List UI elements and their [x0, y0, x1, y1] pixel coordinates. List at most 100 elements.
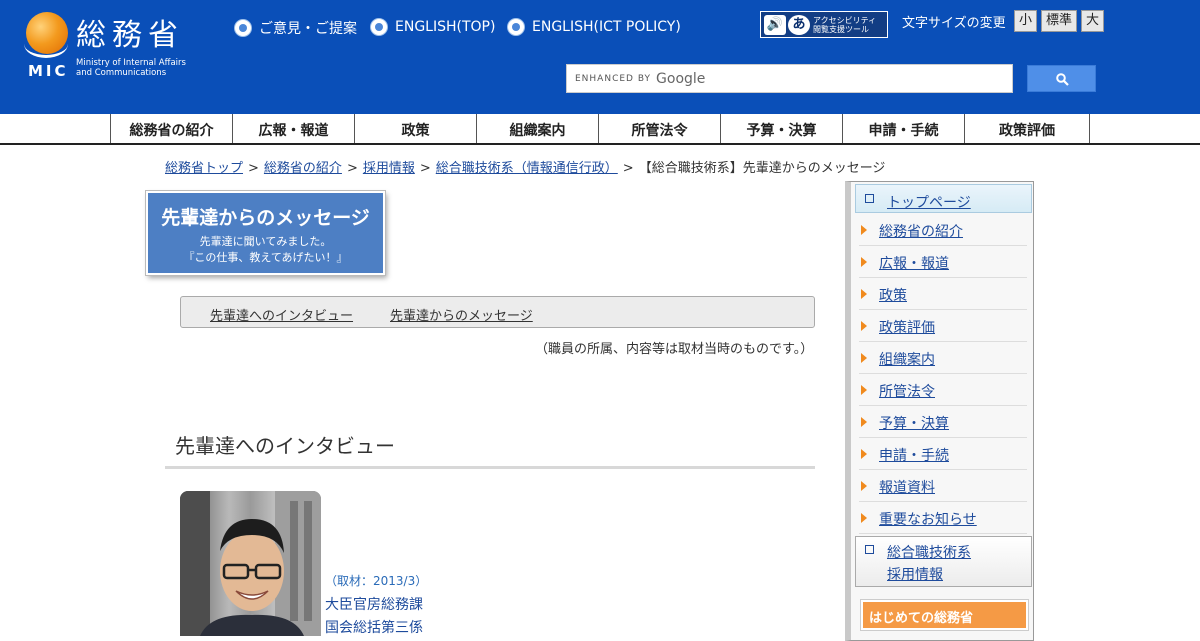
- opinion-link[interactable]: ご意見・ご提案: [234, 18, 357, 38]
- sidebar-item-budget[interactable]: 予算・決算: [879, 413, 949, 433]
- sidebar-item-procedures[interactable]: 申請・手続: [879, 445, 949, 465]
- nav-item-budget[interactable]: 予算・決算: [721, 114, 843, 143]
- sidebar-item-pr[interactable]: 広報・報道: [879, 253, 949, 273]
- accessibility-tool-button[interactable]: 🔊 あ アクセシビリティ 閲覧支援ツール: [760, 11, 888, 38]
- sidebar-item-press[interactable]: 報道資料: [879, 477, 935, 497]
- interview-date: （取材：2013/3）: [325, 574, 428, 588]
- speaker-icon: 🔊: [764, 14, 786, 35]
- opinion-link-label: ご意見・ご提案: [259, 21, 357, 37]
- breadcrumb-link-recruit[interactable]: 採用情報: [363, 161, 415, 176]
- first-time-banner[interactable]: はじめての総務省: [861, 600, 1028, 630]
- page-title-box: 先輩達からのメッセージ 先輩達に聞いてみました。 『この仕事、教えてあげたい！』: [146, 191, 385, 275]
- arrow-right-icon: [861, 257, 867, 267]
- sidebar-item-laws[interactable]: 所管法令: [879, 381, 935, 401]
- arrow-right-icon: [861, 289, 867, 299]
- sidebar-top-link-box: トップページ: [855, 184, 1032, 213]
- arrow-right-icon: [861, 321, 867, 331]
- sidebar: トップページ 総務省の紹介 広報・報道 政策 政策評価 組織案内 所管法令 予算…: [845, 181, 1034, 641]
- nav-item-evaluation[interactable]: 政策評価: [965, 114, 1090, 143]
- page-subtitle: 先輩達に聞いてみました。 『この仕事、教えてあげたい！』: [148, 234, 383, 266]
- radio-bullet-icon: [234, 19, 252, 37]
- logo-ring: [24, 30, 68, 58]
- arrow-right-icon: [861, 513, 867, 523]
- interview-department: 大臣官房総務課: [325, 597, 423, 613]
- sidebar-item-technical[interactable]: 総合職技術系: [887, 542, 971, 562]
- sidebar-item-organization[interactable]: 組織案内: [879, 349, 935, 369]
- sidebar-item-evaluation[interactable]: 政策評価: [879, 317, 935, 337]
- sidebar-item: 予算・決算: [859, 406, 1027, 438]
- sidebar-item: 組織案内: [859, 342, 1027, 374]
- logo-english: Ministry of Internal Affairs and Communi…: [76, 58, 186, 78]
- logo-kanji: 総務省: [76, 18, 184, 53]
- arrow-right-icon: [861, 481, 867, 491]
- staff-photo: [180, 491, 321, 636]
- staff-portrait-image: [180, 491, 321, 636]
- section-heading: 先輩達へのインタビュー: [175, 434, 395, 458]
- site-header: 総務省 MIC Ministry of Internal Affairs and…: [0, 0, 1200, 114]
- sidebar-item-toppage[interactable]: トップページ: [887, 192, 971, 212]
- font-size-small-button[interactable]: 小: [1014, 10, 1037, 32]
- accessibility-tool-line2: 閲覧支援ツール: [813, 24, 869, 34]
- search-button[interactable]: [1027, 65, 1096, 92]
- page-subtitle-line1: 先輩達に聞いてみました。: [199, 235, 332, 248]
- sidebar-item-policy[interactable]: 政策: [879, 285, 907, 305]
- arrow-right-icon: [861, 225, 867, 235]
- mic-logo[interactable]: 総務省 MIC Ministry of Internal Affairs and…: [24, 12, 216, 82]
- logo-english-line2: and Communications: [76, 68, 167, 78]
- sidebar-item: 報道資料: [859, 470, 1027, 502]
- arrow-right-icon: [861, 385, 867, 395]
- arrow-right-icon: [861, 353, 867, 363]
- hiragana-a-icon: あ: [788, 14, 810, 35]
- enhanced-by-label: ENHANCED BY: [575, 73, 652, 84]
- tab-messages[interactable]: 先輩達からのメッセージ: [390, 305, 533, 324]
- font-size-standard-button[interactable]: 標準: [1041, 10, 1077, 32]
- sidebar-item: 政策: [859, 278, 1027, 310]
- tab-interviews[interactable]: 先輩達へのインタビュー: [210, 305, 353, 324]
- breadcrumb-link-about[interactable]: 総務省の紹介: [264, 161, 342, 176]
- breadcrumb-separator: >: [419, 161, 431, 176]
- disclaimer-note: （職員の所属、内容等は取材当時のものです。）: [535, 342, 814, 357]
- font-size-large-button[interactable]: 大: [1081, 10, 1104, 32]
- logo-abbr: MIC: [28, 62, 69, 80]
- arrow-right-icon: [861, 417, 867, 427]
- sidebar-item-about[interactable]: 総務省の紹介: [879, 221, 963, 241]
- radio-bullet-icon: [507, 18, 525, 36]
- nav-item-about[interactable]: 総務省の紹介: [111, 114, 233, 143]
- sidebar-item: 所管法令: [859, 374, 1027, 406]
- arrow-right-icon: [861, 449, 867, 459]
- breadcrumb-link-technical[interactable]: 総合職技術系（情報通信行政）: [436, 161, 618, 176]
- google-brand: Google: [656, 70, 706, 87]
- square-bullet-icon: [865, 545, 874, 554]
- interview-section: 国会総括第三係: [325, 620, 423, 636]
- english-ict-link[interactable]: ENGLISH(ICT POLICY): [507, 18, 681, 36]
- english-top-link-label: ENGLISH(TOP): [395, 19, 496, 35]
- sidebar-item: 総務省の紹介: [859, 214, 1027, 246]
- breadcrumb-link-top[interactable]: 総務省トップ: [165, 161, 243, 176]
- page-subtitle-line2: 『この仕事、教えてあげたい！』: [183, 251, 348, 264]
- section-divider: [165, 466, 815, 469]
- page-title: 先輩達からのメッセージ: [161, 207, 370, 229]
- nav-item-laws[interactable]: 所管法令: [599, 114, 721, 143]
- sidebar-item-notices[interactable]: 重要なお知らせ: [879, 509, 977, 529]
- logo-english-line1: Ministry of Internal Affairs: [76, 58, 186, 68]
- nav-item-procedures[interactable]: 申請・手続: [843, 114, 965, 143]
- search-icon: [1056, 73, 1069, 86]
- breadcrumb-separator: >: [248, 161, 259, 176]
- anchor-tab-bar: 先輩達へのインタビュー 先輩達からのメッセージ: [180, 296, 815, 328]
- sidebar-sub-link-box: 総合職技術系 採用情報: [855, 536, 1032, 587]
- accessibility-tool-label: アクセシビリティ 閲覧支援ツール: [813, 16, 876, 34]
- english-top-link[interactable]: ENGLISH(TOP): [370, 18, 495, 36]
- sidebar-item: 広報・報道: [859, 246, 1027, 278]
- nav-item-policy[interactable]: 政策: [355, 114, 477, 143]
- square-bullet-icon: [865, 194, 874, 203]
- sidebar-item: 申請・手続: [859, 438, 1027, 470]
- english-ict-link-label: ENGLISH(ICT POLICY): [532, 19, 681, 35]
- breadcrumb-separator: >: [346, 161, 358, 176]
- sidebar-item-recruit[interactable]: 採用情報: [887, 564, 943, 584]
- search-input[interactable]: ENHANCED BY Google: [566, 64, 1013, 93]
- accessibility-tool-line1: アクセシビリティ: [813, 15, 877, 25]
- nav-item-organization[interactable]: 組織案内: [477, 114, 599, 143]
- breadcrumb-separator: >: [622, 161, 634, 176]
- radio-bullet-icon: [370, 18, 388, 36]
- nav-item-pr[interactable]: 広報・報道: [233, 114, 355, 143]
